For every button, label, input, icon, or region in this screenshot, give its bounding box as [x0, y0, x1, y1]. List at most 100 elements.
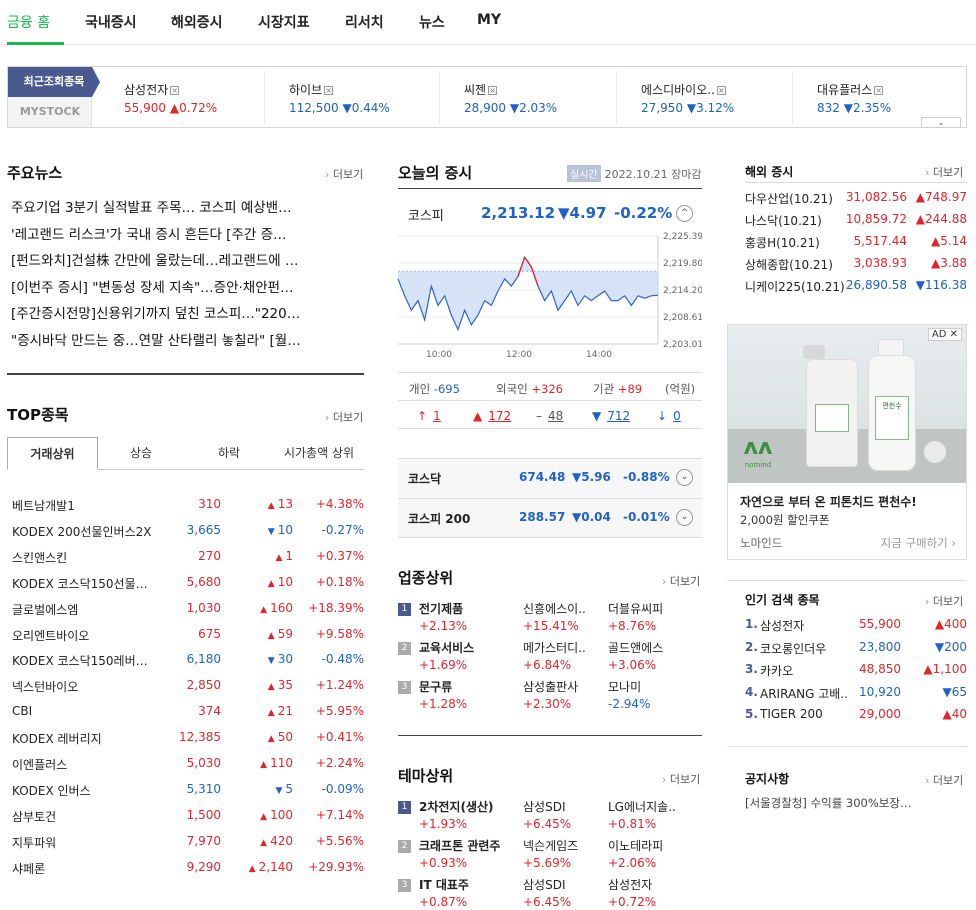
stock-cell[interactable]: 삼성전자 +0.72% — [608, 876, 656, 909]
stock-name[interactable]: KODEX 200선물인버스2X — [12, 523, 151, 540]
stock-name[interactable]: 지투파워 — [12, 834, 56, 851]
stock-name[interactable]: 삼성SDI — [523, 798, 571, 815]
tab-foreign-stocks[interactable]: 해외증시 — [171, 12, 223, 32]
stock-name[interactable]: 이엔플러스 — [12, 756, 67, 773]
recent-stock-item[interactable]: 에스디바이오.. × 27,950 ▼3.12% — [641, 81, 734, 115]
category-name[interactable]: 2차전지(생산) — [419, 800, 494, 814]
theme-more-link[interactable]: 더보기 — [662, 771, 700, 787]
breadth-value[interactable]: 48 — [548, 409, 563, 423]
table-row[interactable]: 이엔플러스 5,030 ▲ 110 +2.24% — [12, 756, 364, 782]
recent-stock-name[interactable]: 대유플러스 — [817, 83, 872, 97]
table-row[interactable]: 삼부토건 1,500 ▲ 100 +7.14% — [12, 808, 364, 834]
table-row[interactable]: 베트남개발1 310 ▲ 13 +4.38% — [12, 497, 364, 523]
table-row[interactable]: 넥스턴바이오 2,850 ▲ 35 +1.24% — [12, 678, 364, 704]
recent-stock-name[interactable]: 삼성전자 — [124, 83, 168, 97]
category-name[interactable]: 교육서비스 — [419, 641, 474, 655]
stock-name[interactable]: 스킨앤스킨 — [12, 549, 67, 566]
ad-banner[interactable]: 편천수 ʌʌ nomind AD ✕ 자연으로 부터 온 피톤치드 편천수! 2,… — [727, 324, 967, 560]
news-item[interactable]: [펀드와치]건설株 간만에 울랐는데…레고랜드에 … — [11, 249, 361, 269]
market-breadth-item[interactable]: –48 — [536, 409, 563, 423]
popular-row[interactable]: 4. ARIRANG 고배.. 10,920 ▼65 — [745, 685, 967, 707]
table-row[interactable]: KODEX 레버리지 12,385 ▲ 50 +0.41% — [12, 730, 364, 756]
stock-name[interactable]: TIGER 200 — [760, 707, 823, 721]
category-name[interactable]: 전기제품 — [419, 602, 463, 616]
table-row[interactable]: KODEX 코스닥150선물… 5,680 ▲ 10 +0.18% — [12, 575, 364, 601]
category-cell[interactable]: 2차전지(생산) +1.93% — [419, 798, 494, 831]
ranking-row[interactable]: 2 크래프톤 관련주 +0.93% 넥슨게임즈 +5.69% 이노테라피 +2.06% — [398, 836, 702, 876]
stock-name[interactable]: KODEX 코스닥150레버… — [12, 652, 148, 669]
stock-cell[interactable]: 더블유씨피 +8.76% — [608, 600, 663, 633]
popular-row[interactable]: 2. 코오롱인더우 23,800 ▼200 — [745, 640, 967, 662]
world-index-row[interactable]: 니케이225(10.21) 26,890.58 ▼116.38 — [745, 278, 967, 300]
sector-more-link[interactable]: 더보기 — [662, 573, 700, 589]
tab-finance-home[interactable]: 금융 홈 — [7, 12, 50, 32]
category-name[interactable]: 크래프톤 관련주 — [419, 839, 500, 853]
stock-name[interactable]: 카카오 — [760, 662, 793, 679]
stock-name[interactable]: ARIRANG 고배.. — [760, 685, 848, 702]
tab-market-indicators[interactable]: 시장지표 — [258, 12, 310, 32]
close-icon[interactable]: ✕ — [950, 329, 958, 340]
breadth-value[interactable]: 1 — [433, 409, 441, 423]
recent-stock-name[interactable]: 에스디바이오.. — [641, 83, 715, 97]
stock-cell[interactable]: 삼성SDI +6.45% — [523, 876, 571, 909]
close-icon[interactable]: × — [488, 86, 498, 95]
stock-cell[interactable]: 메가스터디.. +6.84% — [523, 639, 586, 672]
close-icon[interactable]: × — [716, 86, 726, 95]
index-name[interactable]: 나스닥(10.21) — [745, 212, 822, 229]
stock-name[interactable]: LG에너지솔.. — [608, 798, 676, 815]
popular-more-link[interactable]: 더보기 — [925, 593, 963, 609]
expand-chevron-icon[interactable]: ⌄ — [676, 469, 693, 486]
category-name[interactable]: IT 대표주 — [419, 878, 469, 892]
stock-name[interactable]: 메가스터디.. — [523, 639, 586, 656]
news-more-link[interactable]: 더보기 — [325, 166, 363, 182]
table-row[interactable]: 지투파워 7,970 ▲ 420 +5.56% — [12, 834, 364, 860]
tab-volume-top[interactable]: 거래상위 — [7, 437, 98, 470]
market-breadth-item[interactable]: ▼ 712 — [592, 409, 630, 423]
recent-viewed-tab[interactable]: 최근조회종목 — [8, 67, 100, 97]
category-cell[interactable]: 교육서비스 +1.69% — [419, 639, 474, 672]
stock-name[interactable]: 삼성출판사 — [523, 678, 578, 695]
stock-name[interactable]: 이노테라피 — [608, 837, 663, 854]
stock-cell[interactable]: 신흥에스이.. +15.41% — [523, 600, 586, 633]
ranking-row[interactable]: 1 전기제품 +2.13% 신흥에스이.. +15.41% 더블유씨피 +8.76% — [398, 599, 702, 639]
world-index-row[interactable]: 상해종합(10.21) 3,038.93 ▲3.88 — [745, 256, 967, 278]
collapse-chevron-icon[interactable]: ^ — [676, 205, 693, 222]
popular-row[interactable]: 5. TIGER 200 29,000 ▲40 — [745, 707, 967, 729]
ranking-row[interactable]: 3 문구류 +1.28% 삼성출판사 +2.30% 모나미 -2.94% — [398, 677, 702, 717]
stock-cell[interactable]: 이노테라피 +2.06% — [608, 837, 663, 870]
table-row[interactable]: 오리엔트바이오 675 ▲ 59 +9.58% — [12, 627, 364, 653]
top-more-link[interactable]: 더보기 — [325, 409, 363, 425]
kospi200-label[interactable]: 코스피 200 — [408, 510, 470, 527]
world-index-row[interactable]: 홍콩H(10.21) 5,517.44 ▲5.14 — [745, 234, 967, 256]
breadth-value[interactable]: 0 — [673, 409, 681, 423]
table-row[interactable]: KODEX 코스닥150레버… 6,180 ▼ 30 -0.48% — [12, 652, 364, 678]
expand-chevron-icon[interactable]: ⌄ — [676, 509, 693, 526]
stock-name[interactable]: 코오롱인더우 — [760, 640, 826, 657]
stock-cell[interactable]: 삼성출판사 +2.30% — [523, 678, 578, 711]
world-more-link[interactable]: 더보기 — [925, 164, 963, 180]
tab-my[interactable]: MY — [477, 12, 501, 28]
stock-name[interactable]: 베트남개발1 — [12, 497, 75, 514]
ranking-row[interactable]: 3 IT 대표주 +0.87% 삼성SDI +6.45% 삼성전자 +0.72% — [398, 875, 702, 910]
table-row[interactable]: 글로벌에스엠 1,030 ▲ 160 +18.39% — [12, 601, 364, 627]
mystock-tab[interactable]: MYSTOCK — [8, 97, 92, 127]
stock-name[interactable]: 골드앤에스 — [608, 639, 663, 656]
news-item[interactable]: "증시바닥 만드는 중…연말 산타랠리 놓칠라" [월… — [11, 329, 361, 349]
category-cell[interactable]: 전기제품 +2.13% — [419, 600, 467, 633]
tab-research[interactable]: 리서치 — [345, 12, 384, 32]
recent-stock-name[interactable]: 씨젠 — [464, 83, 486, 97]
table-row[interactable]: CBI 374 ▲ 21 +5.95% — [12, 704, 364, 730]
stock-name[interactable]: 삼성전자 — [760, 617, 804, 634]
stock-name[interactable]: KODEX 레버리지 — [12, 730, 102, 747]
stock-cell[interactable]: LG에너지솔.. +0.81% — [608, 798, 676, 831]
kospi-label[interactable]: 코스피 — [408, 205, 444, 224]
recent-stock-item[interactable]: 하이브 × 112,500 ▼0.44% — [289, 81, 390, 115]
stock-name[interactable]: KODEX 코스닥150선물… — [12, 575, 148, 592]
recent-stock-item[interactable]: 삼성전자 × 55,900 ▲0.72% — [124, 81, 217, 115]
popular-row[interactable]: 3. 카카오 48,850 ▲1,100 — [745, 662, 967, 684]
world-index-row[interactable]: 나스닥(10.21) 10,859.72 ▲244.88 — [745, 212, 967, 234]
stock-cell[interactable]: 모나미 -2.94% — [608, 678, 650, 711]
stock-name[interactable]: 신흥에스이.. — [523, 600, 586, 617]
news-item[interactable]: 주요기업 3분기 실적발표 주목… 코스피 예상밴… — [11, 196, 361, 216]
stock-name[interactable]: 더블유씨피 — [608, 600, 663, 617]
